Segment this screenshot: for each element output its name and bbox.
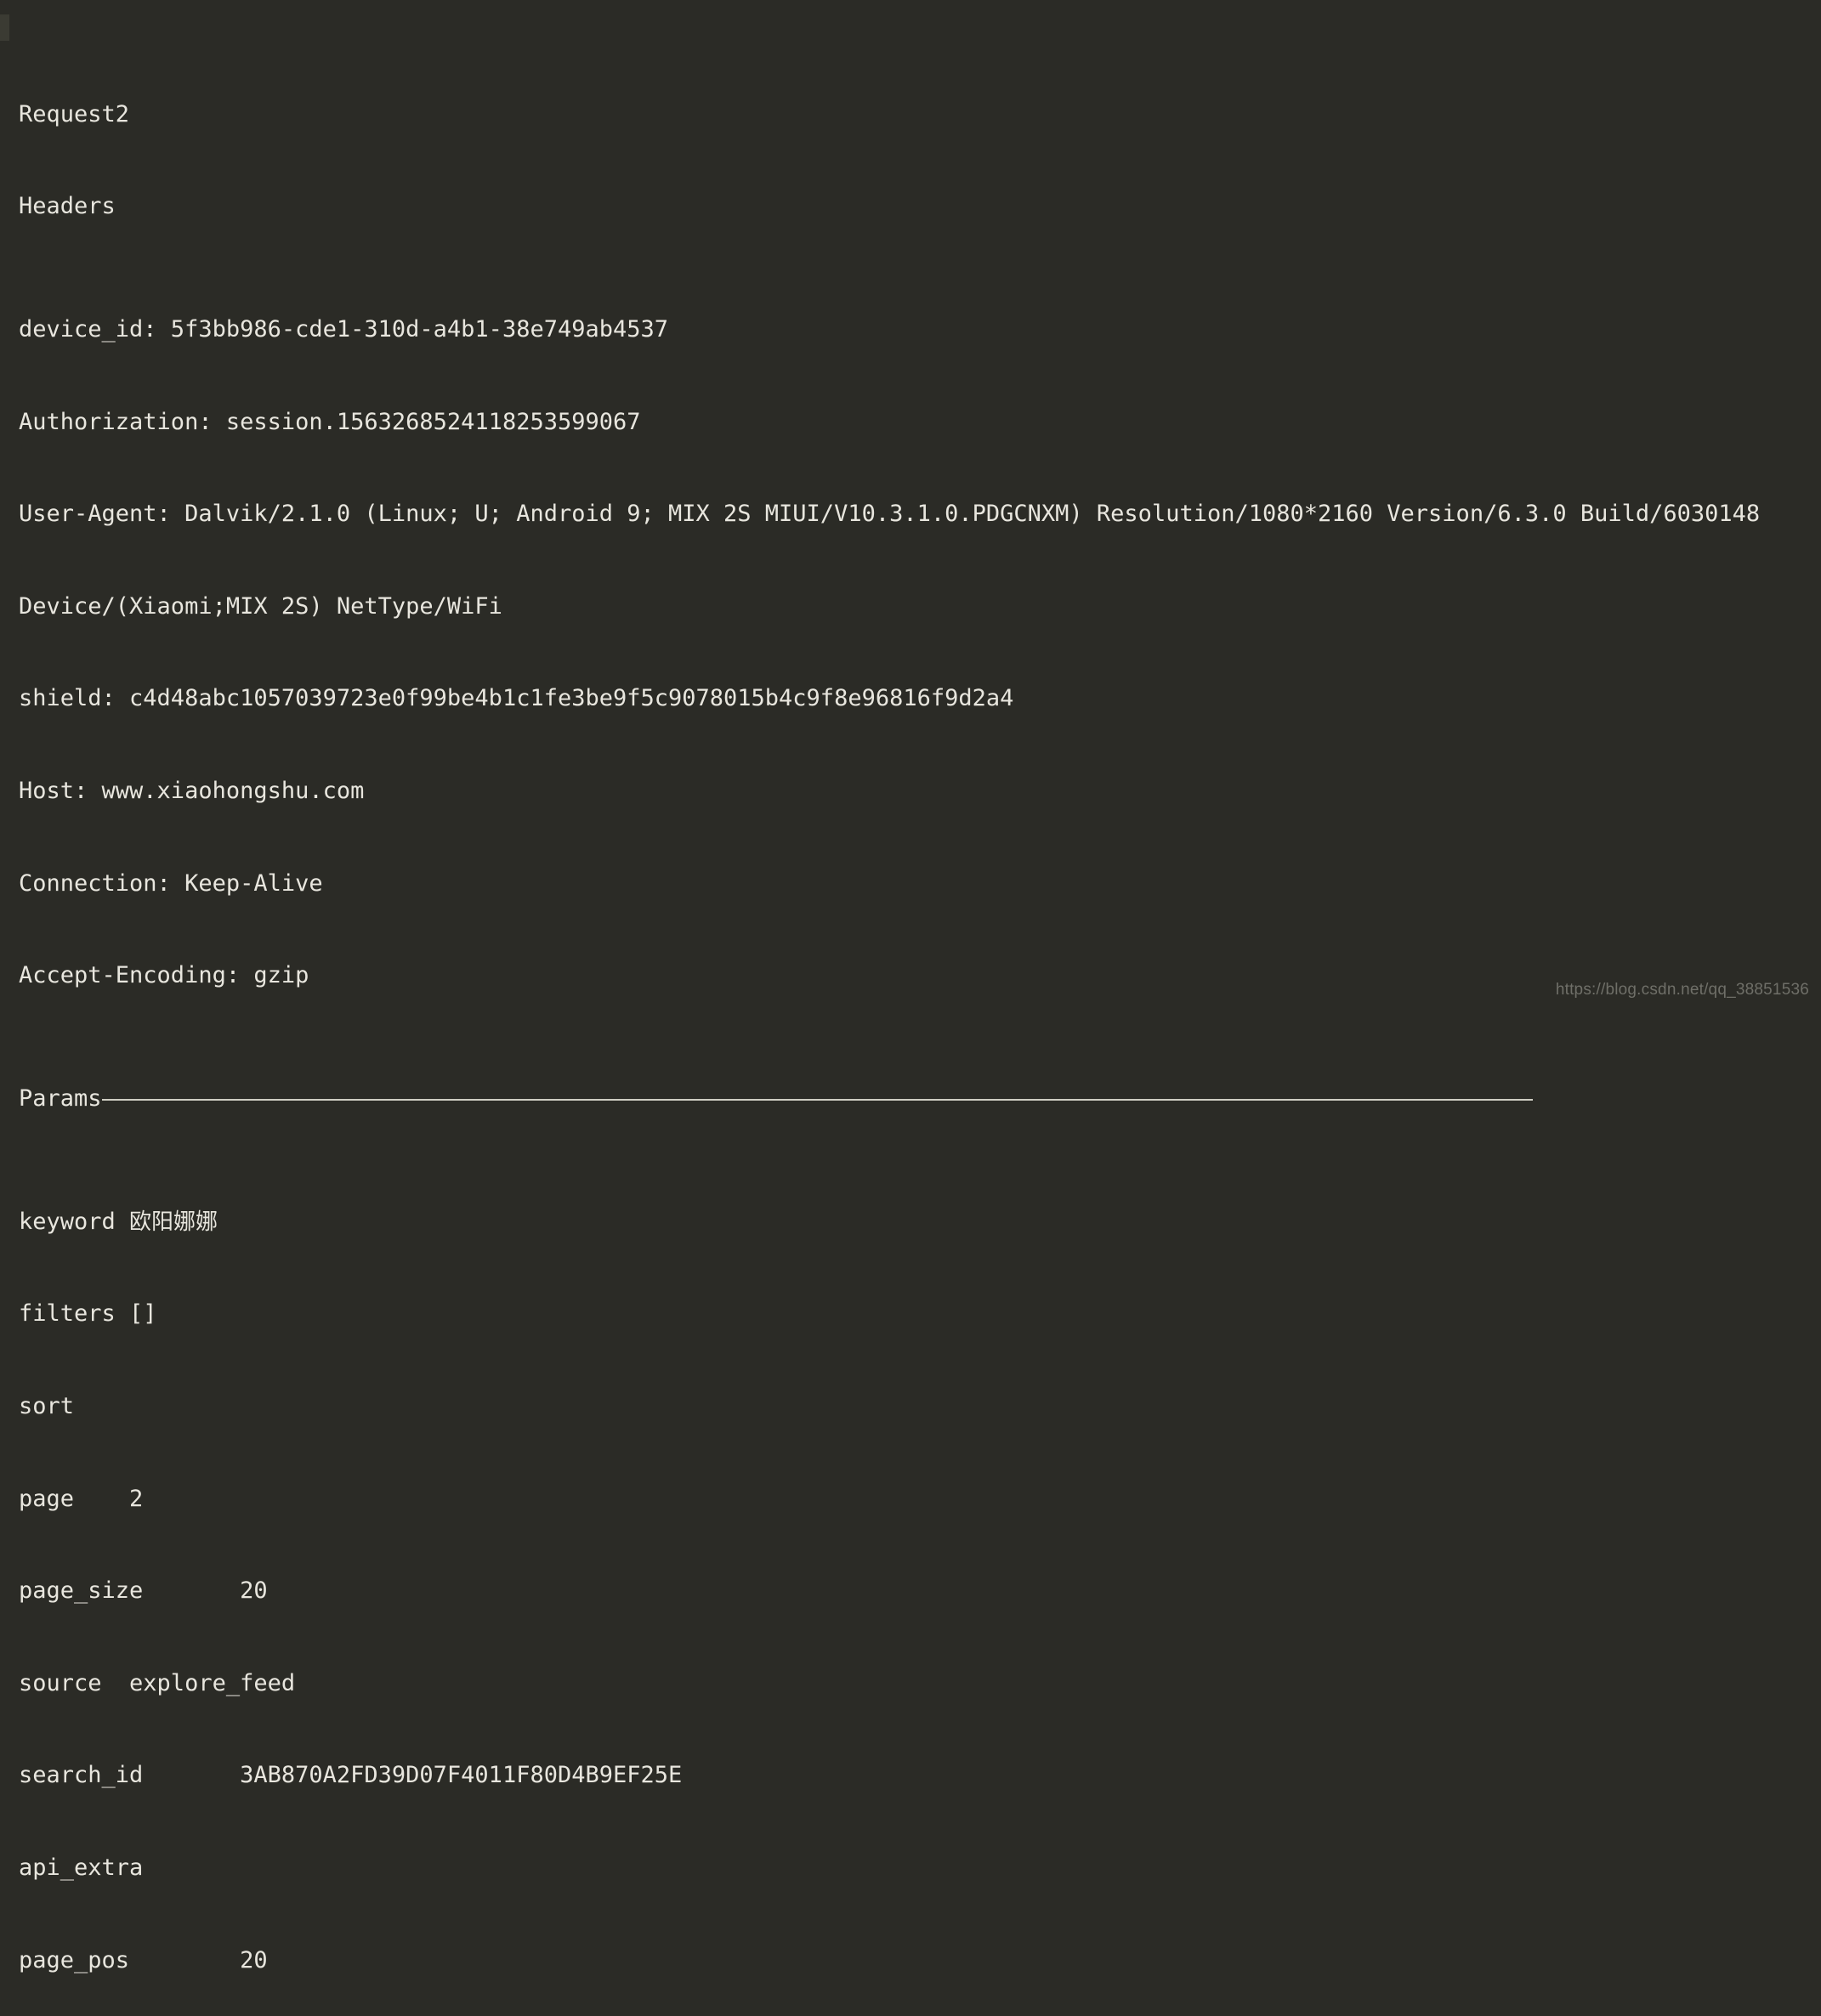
headers-section-label: Headers [19,193,116,220]
header-line-shield: shield: c4d48abc1057039723e0f99be4b1c1fe… [19,685,1014,712]
param-line-page-pos: page_pos 20 [19,1946,268,1974]
params-section-label: Params [19,1084,102,1112]
param-line-keyword: keyword 欧阳娜娜 [19,1208,218,1235]
header-line-device-id: device_id: 5f3bb986-cde1-310d-a4b1-38e74… [19,316,669,343]
csdn-watermark: https://blog.csdn.net/qq_38851536 [1555,981,1809,999]
param-line-api-extra: api_extra [19,1854,144,1881]
header-line-authorization: Authorization: session.15632685241182535… [19,408,641,435]
request-title-line: Request2 [19,100,130,127]
params-section-header: Params [19,1084,1804,1114]
header-line-connection: Connection: Keep-Alive [19,869,323,897]
console-output-pane[interactable]: Request2 Headers device_id: 5f3bb986-cde… [0,0,1821,1974]
line-selection-marker [0,14,9,41]
header-line-user-agent: User-Agent: Dalvik/2.1.0 (Linux; U; Andr… [19,501,1761,528]
param-line-page-size: page_size 20 [19,1577,268,1605]
param-line-search-id: search_id 3AB870A2FD39D07F4011F80D4B9EF2… [19,1762,683,1789]
params-divider-rule [101,1099,1533,1101]
param-line-sort: sort [19,1392,75,1419]
cjk-text: 欧阳娜娜 [129,1209,218,1235]
param-line-source: source explore_feed [19,1669,296,1696]
param-line-filters: filters [] [19,1300,157,1328]
header-line-host: Host: www.xiaohongshu.com [19,777,365,804]
request-log-text: Request2 Headers device_id: 5f3bb986-cde… [19,7,1804,2016]
header-line-accept-encoding: Accept-Encoding: gzip [19,962,309,989]
param-line-page: page 2 [19,1485,144,1512]
header-line-device-nettype: Device/(Xiaomi;MIX 2S) NetType/WiFi [19,592,502,620]
